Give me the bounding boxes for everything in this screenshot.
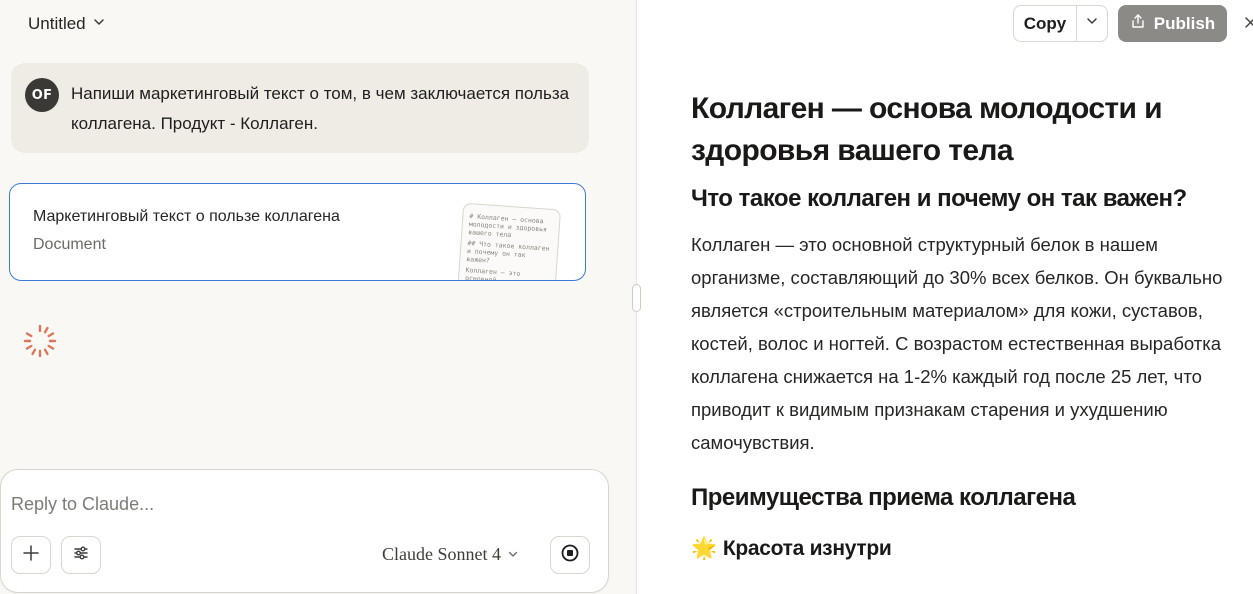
subsection-heading-text: Красота изнутри (722, 537, 892, 560)
artifact-card[interactable]: Маркетинговый текст о пользе коллагена D… (9, 183, 586, 281)
close-icon[interactable] (1243, 12, 1253, 34)
add-attachment-button[interactable] (11, 536, 51, 574)
loading-spinner-icon (22, 323, 58, 359)
app-window: Untitled OF Напиши маркетинговый текст о… (0, 0, 1253, 594)
pane-resize-handle[interactable] (632, 284, 641, 312)
document-content: Коллаген — основа молодости и здоровья в… (691, 88, 1231, 561)
section-heading: Что такое коллаген и почему он так важен… (691, 185, 1187, 212)
document-pane: Copy Publish Коллаген — основа молодости… (637, 0, 1253, 594)
chevron-down-icon (1085, 14, 1099, 33)
model-name: Claude Sonnet 4 (382, 544, 501, 564)
star-icon: 🌟 (691, 537, 717, 560)
copy-button[interactable]: Copy (1014, 6, 1077, 41)
conversation-title: Untitled (28, 14, 86, 33)
avatar: OF (25, 78, 59, 112)
user-message-text: Напиши маркетинговый текст о том, в чем … (71, 84, 570, 133)
stop-icon (560, 543, 580, 568)
artifact-type: Document (33, 236, 106, 253)
tools-button[interactable] (61, 536, 101, 574)
publish-button[interactable]: Publish (1118, 5, 1227, 42)
subsection-heading: 🌟 Красота изнутри (691, 537, 1231, 561)
publish-label: Publish (1153, 13, 1216, 33)
sliders-icon (72, 544, 90, 567)
plus-icon (22, 544, 40, 567)
chevron-down-icon (92, 14, 106, 34)
model-selector[interactable]: Claude Sonnet 4 (382, 544, 519, 565)
chevron-down-icon (507, 544, 519, 565)
section-paragraph: Коллаген — это основной структурный бело… (691, 234, 1223, 453)
thumbnail-line: # Коллаген — основа молодости и здоровья… (468, 212, 548, 240)
composer: Claude Sonnet 4 (0, 469, 609, 593)
section-heading: Преимущества приема коллагена (691, 484, 1076, 511)
artifact-title: Маркетинговый текст о пользе коллагена (33, 208, 340, 225)
user-message: OF Напиши маркетинговый текст о том, в ч… (11, 63, 589, 153)
chat-pane: Untitled OF Напиши маркетинговый текст о… (0, 0, 637, 594)
conversation-title-button[interactable]: Untitled (18, 8, 116, 40)
artifact-thumbnail: # Коллаген — основа молодости и здоровья… (456, 202, 562, 281)
reply-input[interactable] (11, 492, 571, 516)
copy-button-group: Copy (1013, 5, 1108, 42)
thumbnail-line: Коллаген — это основной (464, 266, 521, 281)
stop-button[interactable] (550, 536, 590, 574)
copy-options-button[interactable] (1077, 6, 1107, 41)
share-icon (1130, 13, 1146, 34)
thumbnail-line: ## Что такое коллаген и почему он так ва… (466, 239, 550, 265)
document-title: Коллаген — основа молодости и здоровья в… (691, 92, 1163, 167)
